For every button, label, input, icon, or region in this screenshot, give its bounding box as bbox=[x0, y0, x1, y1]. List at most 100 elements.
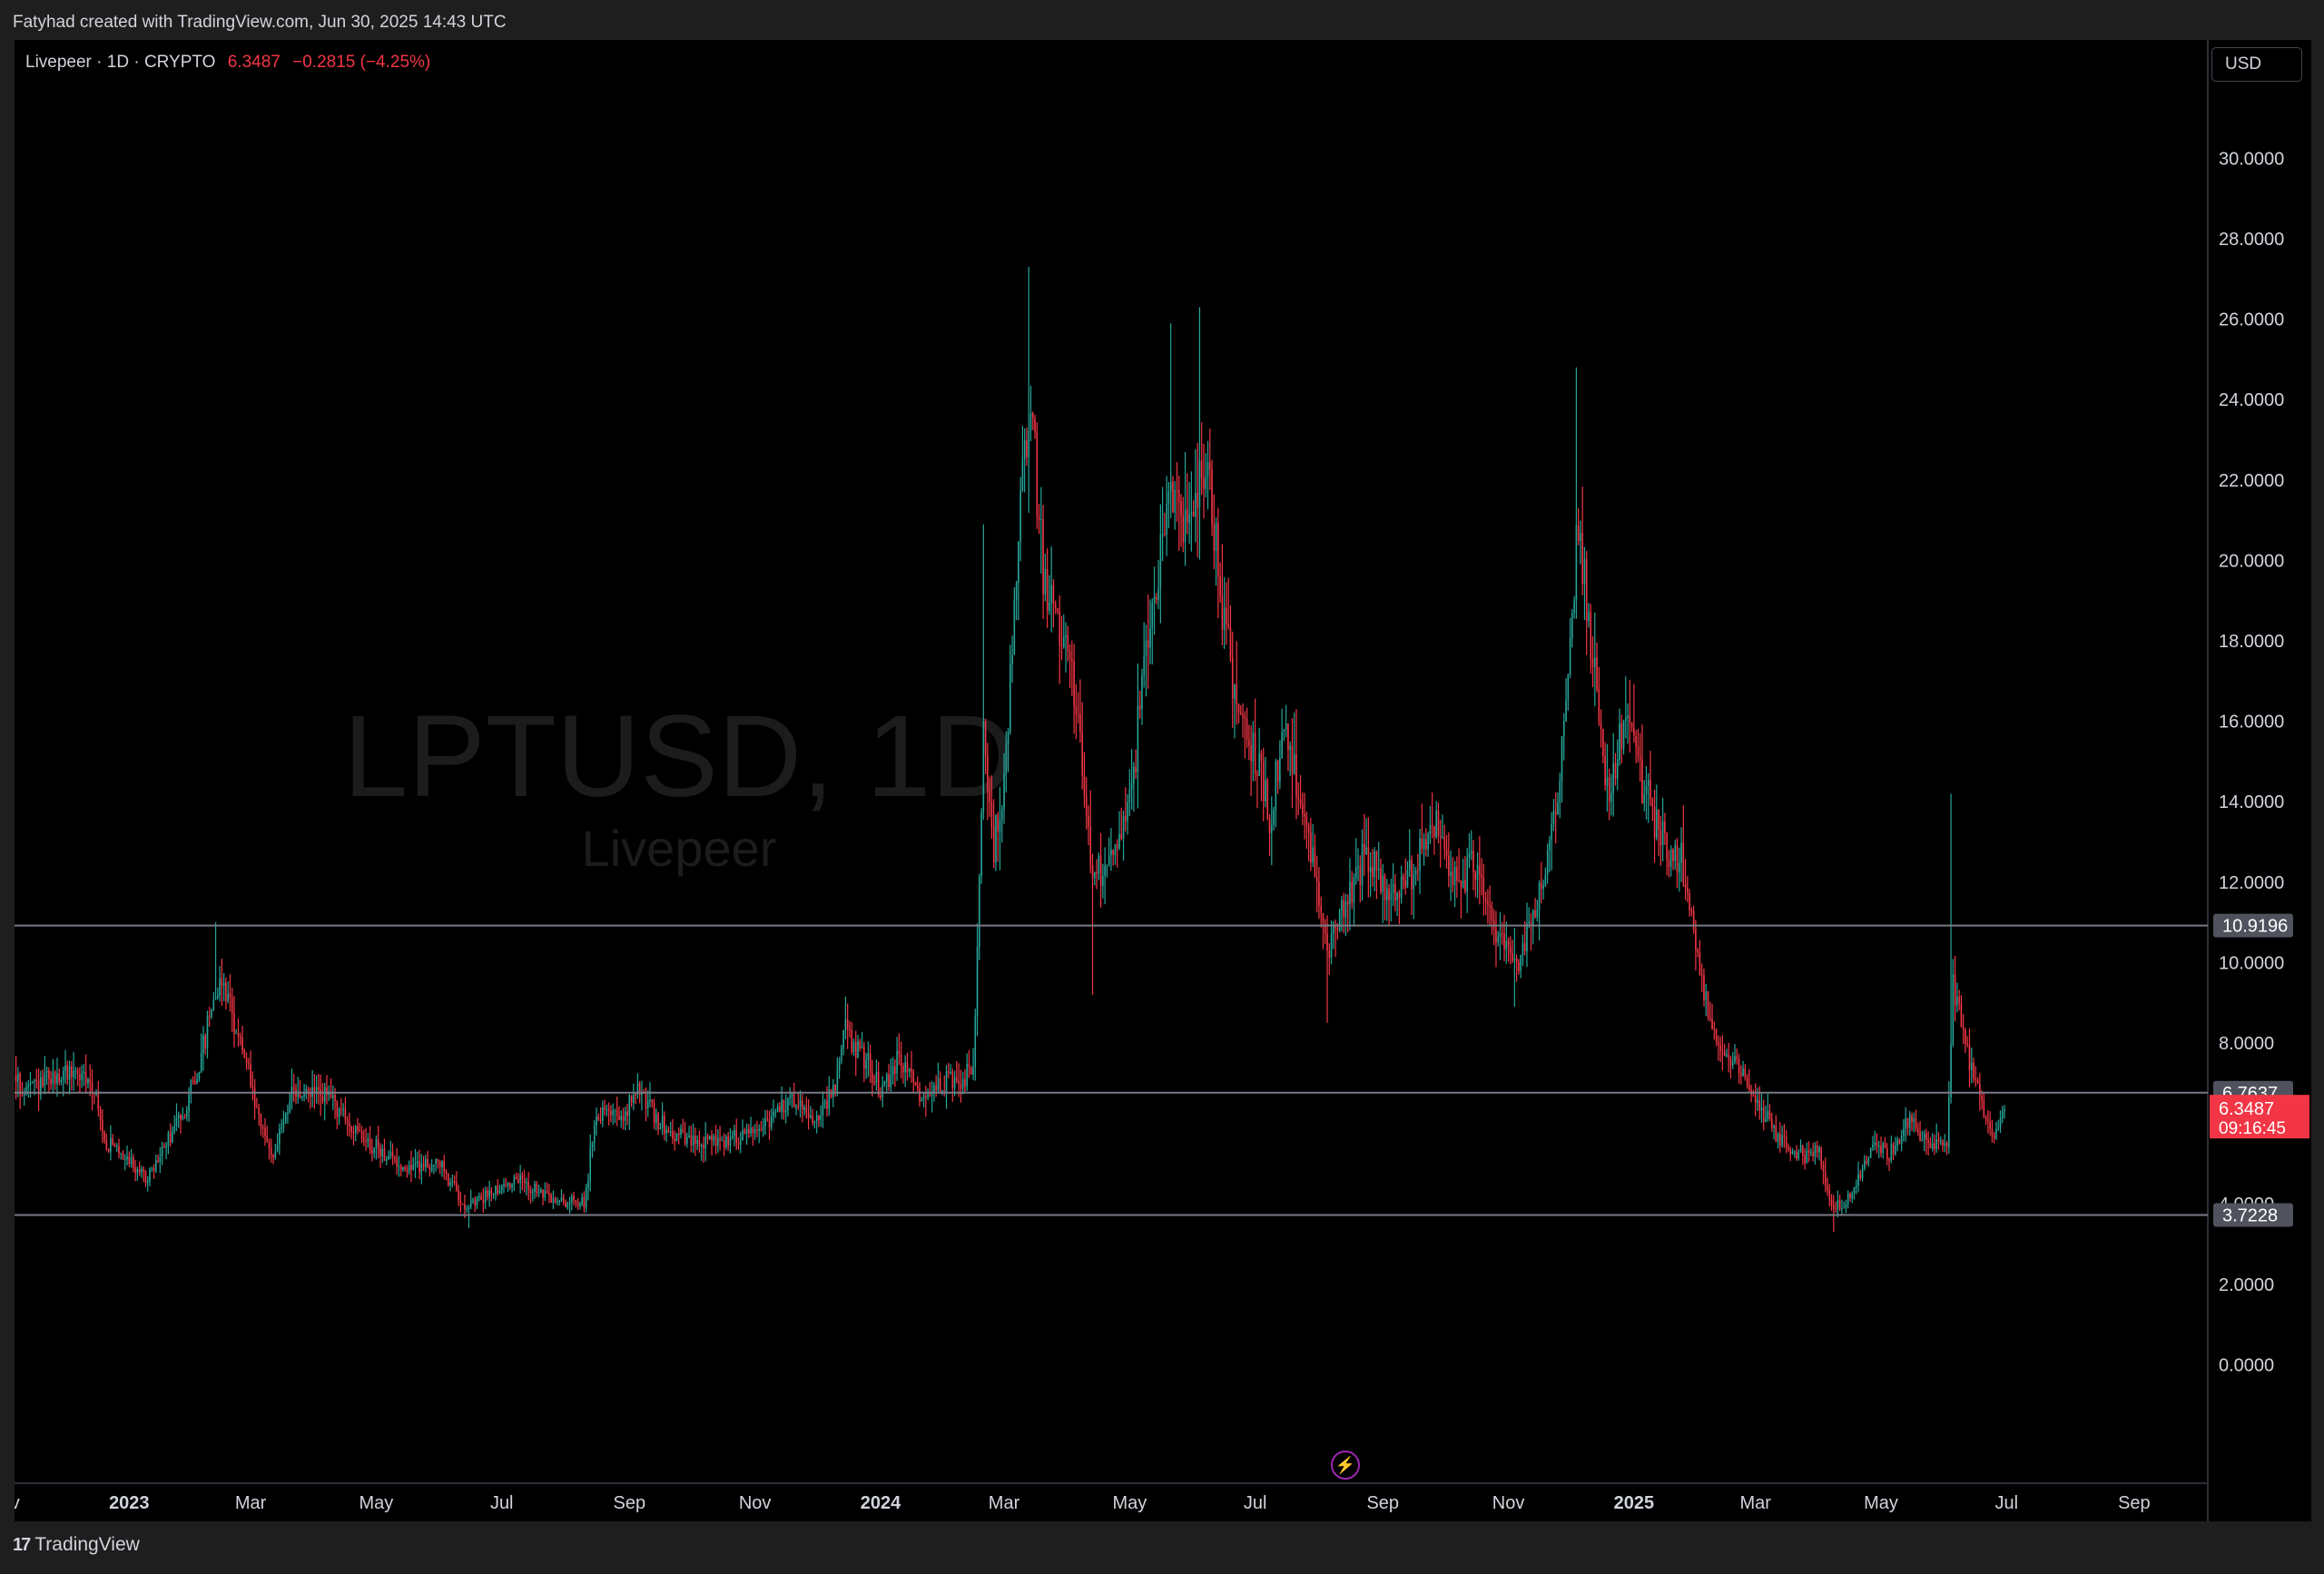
y-tick-label: 18.0000 bbox=[2219, 632, 2284, 652]
candle-body bbox=[1133, 766, 1135, 783]
candle-body bbox=[1419, 838, 1421, 871]
candle-body bbox=[1305, 816, 1308, 826]
candle-body bbox=[443, 1160, 446, 1172]
candle-body bbox=[764, 1118, 766, 1126]
candle-body bbox=[1610, 792, 1612, 802]
candle-body bbox=[768, 1119, 771, 1128]
candle-body bbox=[1304, 813, 1305, 817]
currency-selector[interactable]: USD bbox=[2211, 47, 2302, 82]
candle-body bbox=[102, 1119, 103, 1133]
candle-body bbox=[1896, 1139, 1898, 1146]
candle-body bbox=[1481, 874, 1482, 878]
candle-body bbox=[1413, 875, 1415, 890]
candle-body bbox=[1411, 860, 1413, 890]
candle-body bbox=[458, 1189, 459, 1201]
candle-body bbox=[1166, 503, 1167, 535]
candle-body bbox=[1372, 867, 1374, 878]
candle-body bbox=[665, 1129, 667, 1134]
candle-body bbox=[1038, 516, 1040, 521]
candle-body bbox=[1544, 874, 1547, 886]
candle-body bbox=[565, 1202, 566, 1207]
candle-body bbox=[1944, 1143, 1946, 1146]
candle-body bbox=[1757, 1099, 1758, 1103]
candle-body bbox=[1005, 744, 1008, 774]
candle-body bbox=[1130, 782, 1133, 790]
candle-body bbox=[1205, 476, 1207, 489]
candle-body bbox=[815, 1115, 818, 1122]
candle-body bbox=[1442, 836, 1443, 838]
candle-body bbox=[1818, 1147, 1820, 1153]
candle-body bbox=[427, 1158, 428, 1167]
candle-body bbox=[873, 1082, 875, 1084]
candle-body bbox=[34, 1079, 35, 1082]
candle-body bbox=[482, 1199, 485, 1204]
candle-body bbox=[1406, 870, 1409, 888]
candle-body bbox=[1359, 866, 1362, 885]
candle-body bbox=[1866, 1160, 1867, 1164]
candle-body bbox=[126, 1156, 128, 1160]
candle-body bbox=[760, 1128, 763, 1130]
lightning-bolt-icon[interactable]: ⚡ bbox=[1331, 1451, 1360, 1480]
candle-body bbox=[381, 1148, 384, 1157]
tradingview-brand[interactable]: 17 TradingView bbox=[13, 1534, 140, 1556]
candle-body bbox=[1777, 1133, 1779, 1142]
candle-body bbox=[146, 1181, 149, 1184]
candle-body bbox=[857, 1041, 859, 1058]
candle-body bbox=[1929, 1143, 1932, 1149]
candle-body bbox=[1927, 1140, 1929, 1144]
candle-body bbox=[1867, 1157, 1870, 1164]
candle-body bbox=[375, 1139, 378, 1148]
candle-body bbox=[326, 1087, 328, 1096]
candle-body bbox=[1252, 733, 1255, 762]
candle-body bbox=[1289, 745, 1291, 751]
candle-body bbox=[1931, 1143, 1934, 1149]
x-tick-label: Jul bbox=[490, 1493, 514, 1513]
candle-body bbox=[284, 1113, 287, 1122]
candle-body bbox=[1828, 1190, 1831, 1200]
candle-body bbox=[1557, 802, 1559, 815]
candle-body bbox=[941, 1090, 943, 1092]
candle-body bbox=[1833, 1205, 1835, 1209]
candle-body bbox=[1552, 811, 1555, 825]
candle-body bbox=[1470, 851, 1472, 854]
candle-body bbox=[1456, 867, 1458, 881]
candle-body bbox=[1689, 892, 1690, 911]
candle-body bbox=[534, 1184, 536, 1193]
candle-body bbox=[1031, 412, 1034, 419]
candle-body bbox=[1073, 661, 1075, 706]
candle-body bbox=[1952, 974, 1955, 1045]
candle-body bbox=[1427, 834, 1429, 850]
candle-body bbox=[1956, 996, 1958, 1006]
candle-body bbox=[1375, 851, 1378, 871]
symbol-legend[interactable]: Livepeer · 1D · CRYPTO 6.3487 −0.2815 (−… bbox=[25, 53, 430, 73]
candle-body bbox=[1219, 575, 1221, 597]
candle-body bbox=[1919, 1131, 1921, 1141]
y-tick-label: 22.0000 bbox=[2219, 471, 2284, 491]
candle-body bbox=[1608, 777, 1610, 802]
candle-body bbox=[321, 1096, 324, 1102]
candle-body bbox=[1159, 534, 1162, 588]
candle-body bbox=[1921, 1139, 1924, 1141]
candle-body bbox=[1431, 825, 1433, 827]
candle-body bbox=[153, 1167, 155, 1172]
candle-body bbox=[1226, 607, 1227, 625]
candlestick-chart[interactable]: 30.0000 28.0000 26.0000 24.0000 22.0000 20.00… bbox=[15, 40, 2311, 1521]
candle-body bbox=[17, 1073, 19, 1082]
candle-body bbox=[961, 1078, 964, 1089]
candle-body bbox=[872, 1072, 873, 1083]
candle-body bbox=[883, 1081, 886, 1085]
candle-body bbox=[1729, 1058, 1732, 1066]
candle-body bbox=[1476, 865, 1479, 880]
candle-body bbox=[1054, 604, 1057, 609]
legend-symbol[interactable]: Livepeer · 1D · CRYPTO bbox=[25, 53, 215, 72]
candle-body bbox=[165, 1146, 167, 1148]
candle-body bbox=[340, 1108, 342, 1110]
candle-body bbox=[1088, 815, 1089, 827]
candle-body bbox=[742, 1130, 743, 1141]
candle-body bbox=[688, 1135, 690, 1137]
candle-body bbox=[287, 1111, 289, 1114]
candle-body bbox=[1254, 733, 1256, 774]
candle-body bbox=[1208, 462, 1211, 470]
chart-frame[interactable]: LPTUSD, 1D Livepeer 30.0000 28.0000 26.000… bbox=[15, 40, 2311, 1521]
candle-body bbox=[402, 1167, 404, 1170]
